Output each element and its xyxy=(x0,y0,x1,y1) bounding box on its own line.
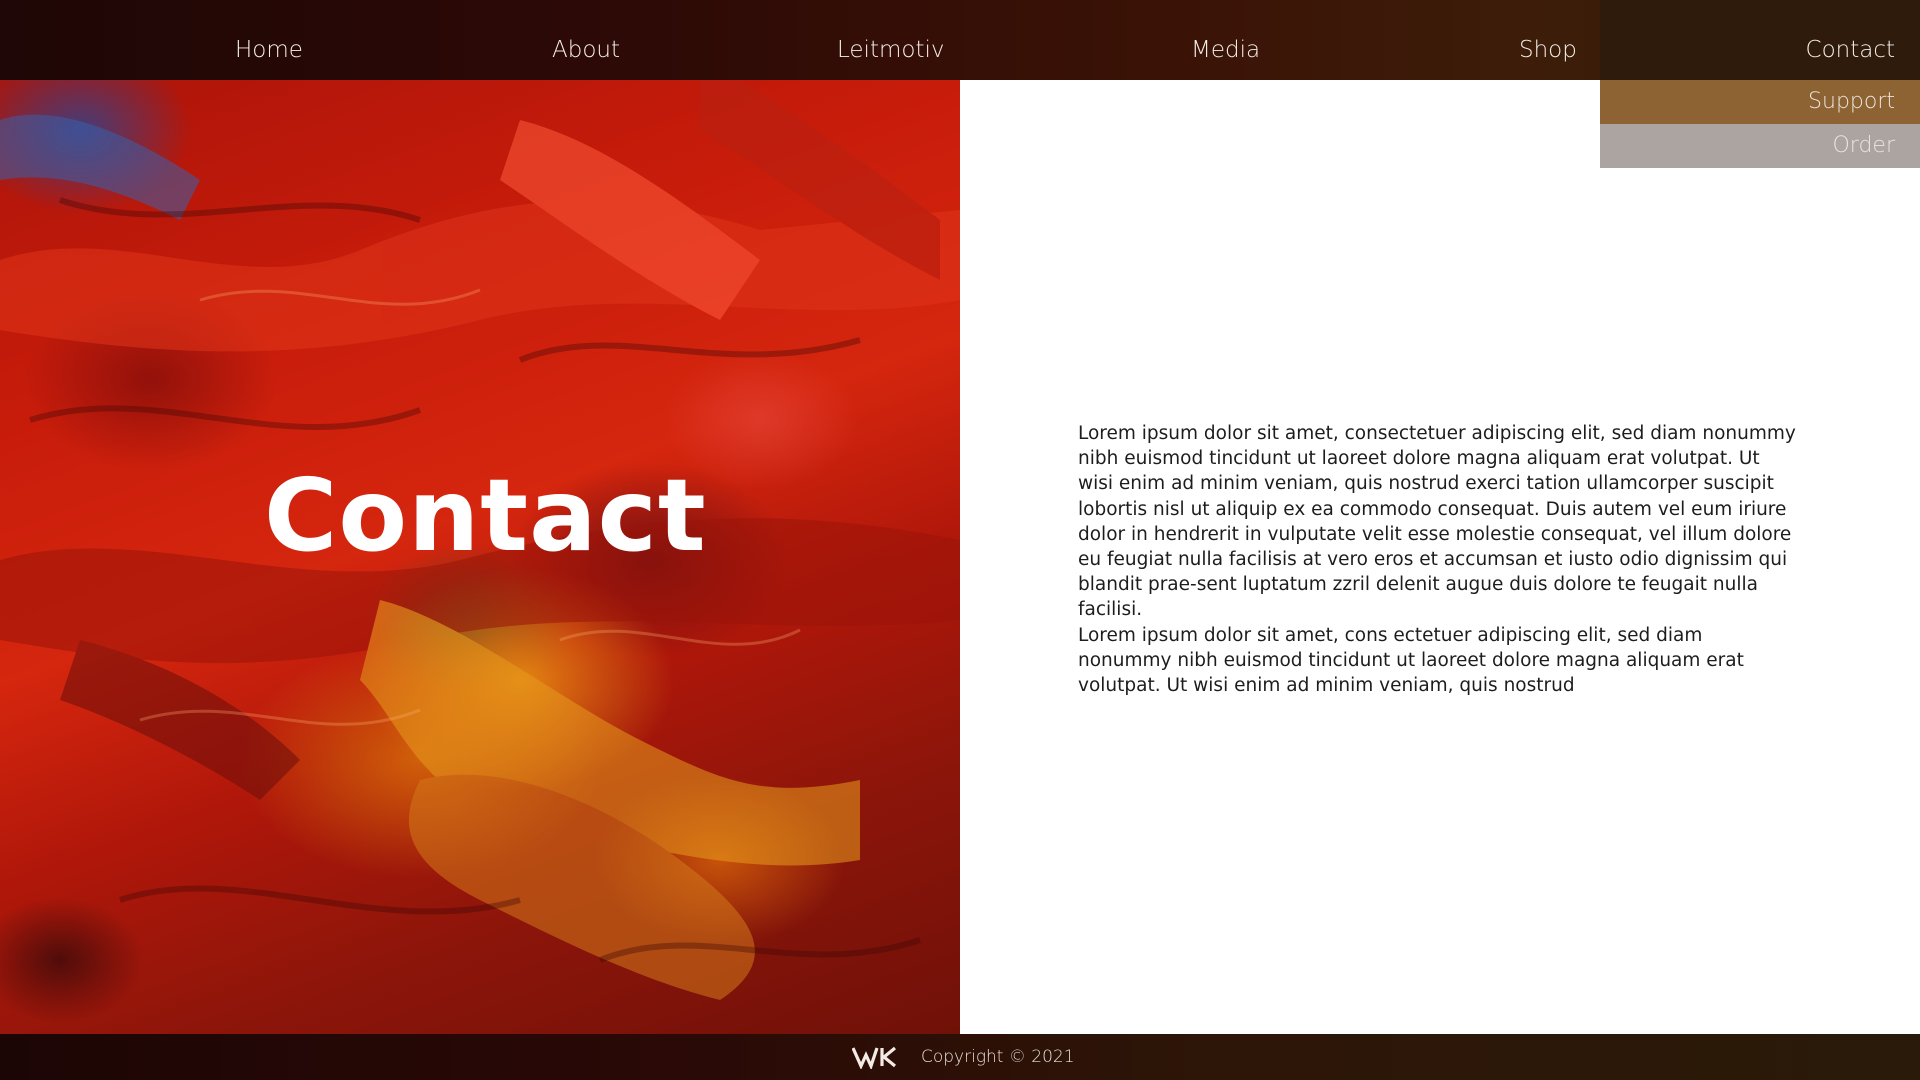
footer: Copyright © 2021 xyxy=(0,1034,1920,1080)
paragraph-1: Lorem ipsum dolor sit amet, consectetuer… xyxy=(1078,423,1796,621)
contact-dropdown-menu: Support Order xyxy=(1600,80,1920,168)
dropdown-item-support[interactable]: Support xyxy=(1600,80,1920,124)
page-title: Contact xyxy=(264,457,707,574)
copyright-text: Copyright © 2021 xyxy=(921,1047,1075,1067)
wk-logo-icon[interactable] xyxy=(852,1045,896,1069)
nav-about-link[interactable]: About xyxy=(552,0,620,80)
nav-contact-link[interactable]: Contact xyxy=(1806,0,1895,80)
top-navigation: Home About Leitmotiv Media Shop Contact xyxy=(0,0,1920,80)
nav-leitmotiv-link[interactable]: Leitmotiv xyxy=(837,0,944,80)
nav-contact-active: Contact xyxy=(1600,0,1920,80)
nav-media-link[interactable]: Media xyxy=(1191,0,1260,80)
contact-page: Home About Leitmotiv Media Shop Contact … xyxy=(0,0,1920,1080)
nav-home-link[interactable]: Home xyxy=(235,0,303,80)
dropdown-item-order[interactable]: Order xyxy=(1600,124,1920,168)
contact-text-block: Lorem ipsum dolor sit amet, consectetuer… xyxy=(1078,421,1798,698)
paragraph-2: Lorem ipsum dolor sit amet, cons ectetue… xyxy=(1078,624,1744,697)
nav-shop-link[interactable]: Shop xyxy=(1519,0,1577,80)
